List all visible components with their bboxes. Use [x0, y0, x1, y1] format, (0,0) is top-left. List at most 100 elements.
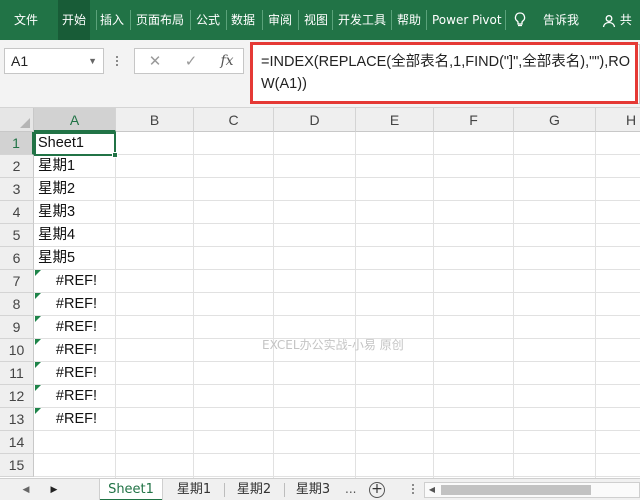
- column-header-c[interactable]: C: [194, 108, 274, 132]
- tab-review[interactable]: 审阅: [268, 0, 292, 40]
- tab-separator: [391, 10, 392, 30]
- error-indicator-icon[interactable]: [35, 362, 41, 368]
- enter-icon[interactable]: ✓: [177, 49, 205, 73]
- cell-a10[interactable]: #REF!: [35, 339, 115, 362]
- scroll-left-arrow-icon[interactable]: ◀: [425, 483, 439, 497]
- row-header-3[interactable]: 3: [0, 178, 34, 201]
- error-indicator-icon[interactable]: [35, 408, 41, 414]
- horizontal-scrollbar[interactable]: ◀: [424, 482, 640, 498]
- sheet-tab-xingqi1[interactable]: 星期1: [165, 479, 223, 500]
- error-indicator-icon[interactable]: [35, 316, 41, 322]
- tab-view[interactable]: 视图: [304, 0, 328, 40]
- row-header-11[interactable]: 11: [0, 362, 34, 385]
- tab-home[interactable]: 开始: [58, 0, 91, 40]
- formula-buttons: ✕ ✓ fx: [134, 48, 244, 74]
- formula-input[interactable]: =INDEX(REPLACE(全部表名,1,FIND("]",全部表名),"")…: [252, 44, 640, 104]
- tab-separator: [262, 10, 263, 30]
- row-header-6[interactable]: 6: [0, 247, 34, 270]
- tab-formulas[interactable]: 公式: [196, 0, 220, 40]
- tell-me-search[interactable]: 告诉我: [543, 0, 579, 40]
- cell-a6[interactable]: 星期5: [38, 247, 114, 270]
- column-header-e[interactable]: E: [356, 108, 434, 132]
- ribbon: 文件 开始 插入 页面布局 公式 数据 审阅 视图 开发工具 帮助 Power …: [0, 0, 640, 40]
- cell-a9-value: #REF!: [55, 319, 97, 335]
- error-indicator-icon[interactable]: [35, 339, 41, 345]
- cell-a9[interactable]: #REF!: [35, 316, 115, 339]
- tab-separator: [426, 10, 427, 30]
- sheet-tab-bar: ◀ ▶ Sheet1 星期1 星期2 星期3 ... + ◀: [0, 478, 640, 500]
- cell-a8[interactable]: #REF!: [35, 293, 115, 316]
- cancel-icon[interactable]: ✕: [141, 49, 169, 73]
- tab-separator: [298, 10, 299, 30]
- row-header-1[interactable]: 1: [0, 132, 34, 155]
- cell-a5[interactable]: 星期4: [38, 224, 114, 247]
- tab-separator: [130, 10, 131, 30]
- tab-split-handle-icon[interactable]: [412, 484, 416, 496]
- lightbulb-icon[interactable]: [514, 0, 526, 40]
- error-indicator-icon[interactable]: [35, 270, 41, 276]
- tab-file[interactable]: 文件: [14, 0, 38, 40]
- error-indicator-icon[interactable]: [35, 293, 41, 299]
- select-all-corner[interactable]: [0, 108, 34, 132]
- column-header-a[interactable]: A: [34, 108, 116, 132]
- row-header-12[interactable]: 12: [0, 385, 34, 408]
- more-sheets-button[interactable]: ...: [345, 479, 356, 500]
- column-header-d[interactable]: D: [274, 108, 356, 132]
- share-button[interactable]: 共: [602, 0, 632, 40]
- add-sheet-icon[interactable]: +: [369, 482, 385, 498]
- tab-power-pivot[interactable]: Power Pivot: [432, 0, 502, 40]
- tab-insert[interactable]: 插入: [100, 0, 124, 40]
- resize-handle-icon[interactable]: [116, 56, 120, 68]
- tab-data[interactable]: 数据: [231, 0, 255, 40]
- sheet-tab-xingqi3[interactable]: 星期3: [285, 479, 341, 500]
- tab-developer[interactable]: 开发工具: [338, 0, 386, 40]
- cell-a8-value: #REF!: [55, 296, 97, 312]
- cell-a11-value: #REF!: [55, 365, 97, 381]
- scrollbar-thumb[interactable]: [441, 485, 591, 495]
- tab-separator: [190, 10, 191, 30]
- tab-separator: [332, 10, 333, 30]
- row-header-14[interactable]: 14: [0, 431, 34, 454]
- row-header-9[interactable]: 9: [0, 316, 34, 339]
- column-header-b[interactable]: B: [116, 108, 194, 132]
- tab-separator: [505, 10, 506, 30]
- cell-a2[interactable]: 星期1: [38, 155, 114, 178]
- cell-a13[interactable]: #REF!: [35, 408, 115, 431]
- active-cell-selection: [34, 132, 118, 158]
- watermark: EXCEL办公实战-小易 原创: [262, 338, 404, 352]
- row-header-8[interactable]: 8: [0, 293, 34, 316]
- row-header-4[interactable]: 4: [0, 201, 34, 224]
- scroll-right-icon[interactable]: ▶: [46, 479, 62, 500]
- name-box[interactable]: A1 ▼: [4, 48, 104, 74]
- cell-a13-value: #REF!: [55, 411, 97, 427]
- cell-a3[interactable]: 星期2: [38, 178, 114, 201]
- cell-a4[interactable]: 星期3: [38, 201, 114, 224]
- cell-a7[interactable]: #REF!: [35, 270, 115, 293]
- cell-a11[interactable]: #REF!: [35, 362, 115, 385]
- sheet-tab-sheet1[interactable]: Sheet1: [100, 479, 162, 500]
- column-header-f[interactable]: F: [434, 108, 514, 132]
- fill-handle[interactable]: [112, 152, 118, 158]
- insert-function-icon[interactable]: fx: [213, 49, 241, 73]
- row-header-15[interactable]: 15: [0, 454, 34, 477]
- row-header-10[interactable]: 10: [0, 339, 34, 362]
- cell-a12[interactable]: #REF!: [35, 385, 115, 408]
- scroll-left-icon[interactable]: ◀: [18, 479, 34, 500]
- column-header-h[interactable]: H: [596, 108, 640, 132]
- tab-page-layout[interactable]: 页面布局: [136, 0, 184, 40]
- tab-help[interactable]: 帮助: [397, 0, 421, 40]
- chevron-down-icon[interactable]: ▼: [88, 49, 97, 73]
- formula-text: =INDEX(REPLACE(全部表名,1,FIND("]",全部表名),"")…: [261, 54, 631, 92]
- share-person-icon: [602, 14, 616, 27]
- sheet-tab-xingqi2[interactable]: 星期2: [225, 479, 283, 500]
- row-header-13[interactable]: 13: [0, 408, 34, 431]
- share-label: 共: [619, 13, 632, 27]
- spreadsheet-grid[interactable]: A B C D E F G H 1 2 3 4 5 6 7 8 9 10 11 …: [0, 108, 640, 478]
- row-header-5[interactable]: 5: [0, 224, 34, 247]
- row-header-7[interactable]: 7: [0, 270, 34, 293]
- row-header-2[interactable]: 2: [0, 155, 34, 178]
- error-indicator-icon[interactable]: [35, 385, 41, 391]
- column-header-g[interactable]: G: [514, 108, 596, 132]
- formula-bar-area: A1 ▼ ✕ ✓ fx =INDEX(REPLACE(全部表名,1,FIND("…: [0, 40, 640, 108]
- cell-a12-value: #REF!: [55, 388, 97, 404]
